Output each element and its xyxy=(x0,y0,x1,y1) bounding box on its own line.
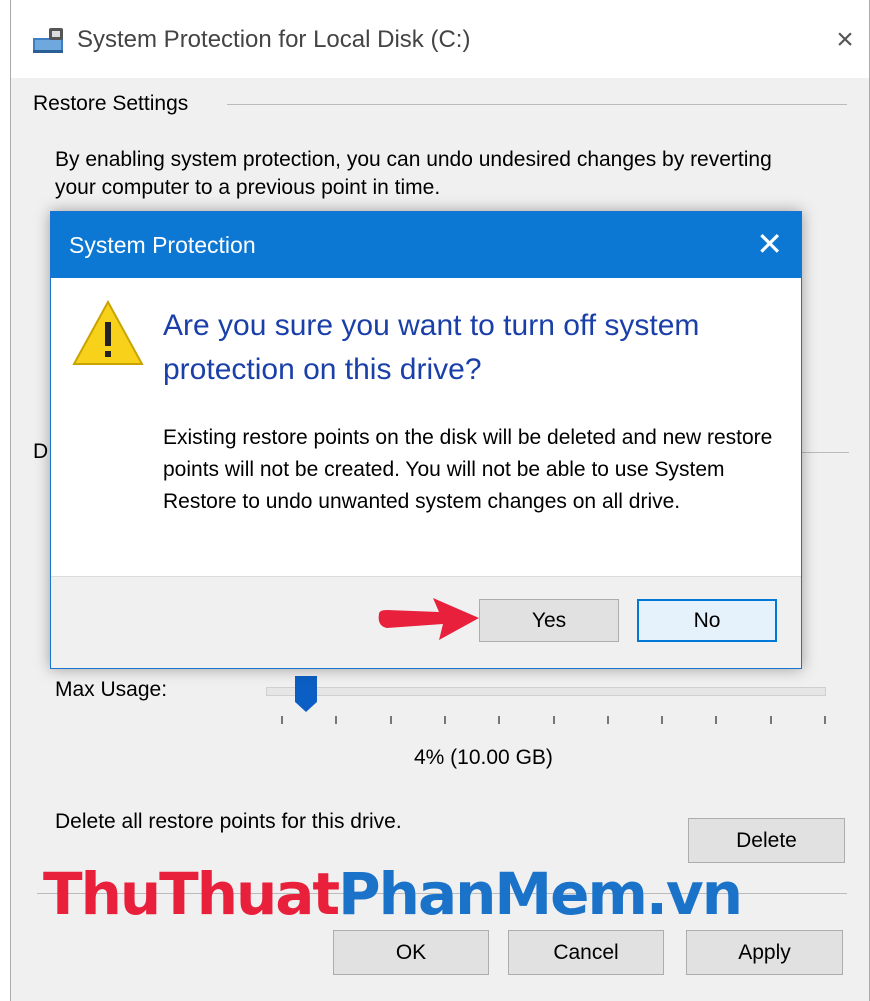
max-usage-slider-thumb[interactable] xyxy=(295,676,317,712)
dialog-detail: Existing restore points on the disk will… xyxy=(163,426,773,513)
no-button[interactable]: No xyxy=(637,599,777,642)
slider-ticks xyxy=(281,716,826,726)
slider-tick xyxy=(553,716,555,724)
warning-triangle-icon xyxy=(72,299,144,365)
cancel-button[interactable]: Cancel xyxy=(508,930,664,975)
ok-button[interactable]: OK xyxy=(333,930,489,975)
confirm-dialog: System Protection ✕ Are you sure you wan… xyxy=(50,211,802,669)
dialog-question: Are you sure you want to turn off system… xyxy=(163,309,700,386)
slider-tick xyxy=(824,716,826,724)
slider-tick xyxy=(281,716,283,724)
slider-tick xyxy=(661,716,663,724)
dialog-titlebar: System Protection ✕ xyxy=(51,212,801,278)
slider-tick xyxy=(335,716,337,724)
restore-description: By enabling system protection, you can u… xyxy=(55,148,772,199)
slider-tick xyxy=(770,716,772,724)
disk-space-heading: D xyxy=(33,440,49,463)
window-titlebar: System Protection for Local Disk (C:) × xyxy=(11,0,869,78)
slider-tick xyxy=(607,716,609,724)
watermark-part2: PhanMem.vn xyxy=(338,860,743,928)
watermark: ThuThuatPhanMem.vn xyxy=(43,860,743,928)
window-title: System Protection for Local Disk (C:) xyxy=(77,26,471,53)
dialog-title: System Protection xyxy=(69,232,256,258)
slider-tick xyxy=(390,716,392,724)
apply-button[interactable]: Apply xyxy=(686,930,843,975)
max-usage-slider-track[interactable] xyxy=(266,687,826,696)
max-usage-value: 4% (10.00 GB) xyxy=(414,746,553,769)
watermark-part1: ThuThuat xyxy=(43,860,340,928)
restore-settings-heading: Restore Settings xyxy=(33,92,189,115)
window-close-button[interactable]: × xyxy=(829,24,861,56)
slider-tick xyxy=(498,716,500,724)
delete-restore-points-label: Delete all restore points for this drive… xyxy=(55,810,402,833)
system-protection-icon xyxy=(33,28,63,53)
slider-tick xyxy=(715,716,717,724)
max-usage-label: Max Usage: xyxy=(55,678,168,701)
group-divider xyxy=(227,104,847,105)
red-arrow-icon xyxy=(378,598,479,640)
dialog-close-button[interactable]: ✕ xyxy=(756,226,783,262)
delete-button[interactable]: Delete xyxy=(688,818,845,863)
yes-button[interactable]: Yes xyxy=(479,599,619,642)
dialog-footer: Yes No xyxy=(51,576,801,668)
slider-tick xyxy=(444,716,446,724)
